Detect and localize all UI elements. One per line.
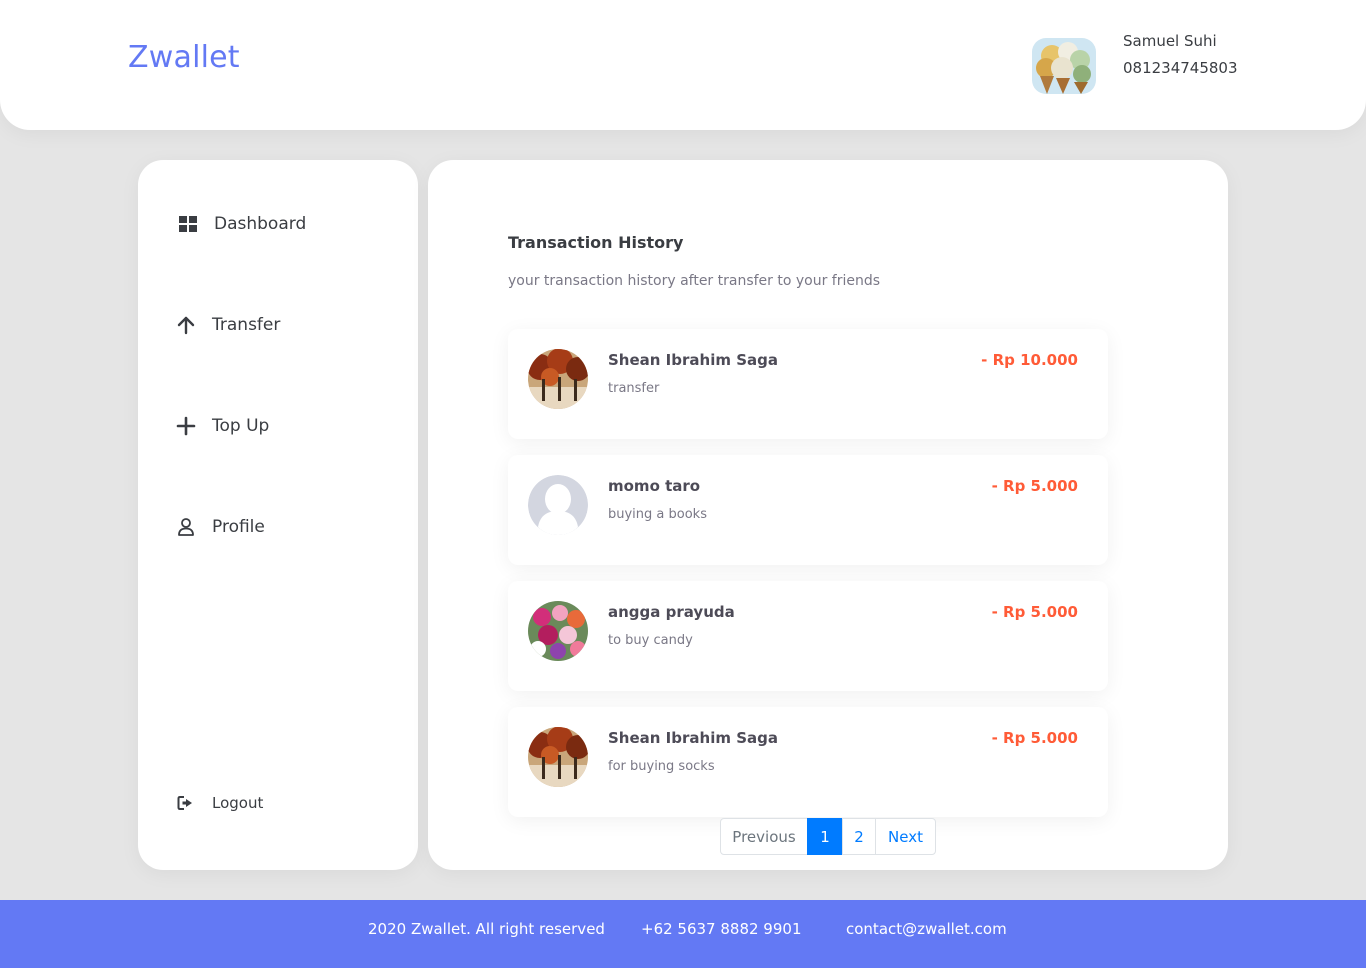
brand-logo[interactable]: Zwallet	[128, 40, 240, 75]
sidebar-item-transfer[interactable]: Transfer	[174, 311, 280, 339]
footer: 2020 Zwallet. All right reserved +62 563…	[0, 900, 1366, 968]
grid-icon	[176, 212, 200, 236]
transaction-item[interactable]: Shean Ibrahim Saga for buying socks - Rp…	[508, 707, 1108, 817]
transaction-item[interactable]: angga prayuda to buy candy - Rp 5.000	[508, 581, 1108, 691]
sidebar-item-topup[interactable]: Top Up	[174, 412, 269, 440]
logout-icon	[174, 791, 198, 815]
contact-name: Shean Ibrahim Saga	[608, 729, 778, 747]
transaction-note: to buy candy	[608, 633, 693, 648]
transaction-note: for buying socks	[608, 759, 715, 774]
sidebar-item-label: Profile	[212, 517, 265, 537]
footer-phone: +62 5637 8882 9901	[641, 920, 802, 938]
page-2-button[interactable]: 2	[842, 818, 876, 855]
user-phone: 081234745803	[1123, 59, 1238, 77]
sidebar-item-label: Transfer	[212, 315, 281, 335]
logout-button[interactable]: Logout	[174, 789, 263, 817]
user-icon	[174, 515, 198, 539]
previous-page-button[interactable]: Previous	[720, 818, 808, 855]
arrow-up-icon	[174, 313, 198, 337]
page-1-button[interactable]: 1	[807, 818, 843, 855]
transaction-note: transfer	[608, 381, 660, 396]
sidebar-item-dashboard[interactable]: Dashboard	[176, 210, 306, 238]
footer-copyright: 2020 Zwallet. All right reserved	[368, 920, 605, 938]
user-avatar[interactable]	[1032, 38, 1096, 94]
footer-email[interactable]: contact@zwallet.com	[846, 920, 1007, 938]
sidebar-item-profile[interactable]: Profile	[174, 513, 265, 541]
contact-avatar	[528, 727, 588, 787]
contact-avatar	[528, 349, 588, 409]
transaction-history-panel: Transaction History your transaction his…	[428, 160, 1228, 870]
logout-label: Logout	[212, 794, 264, 812]
contact-name: angga prayuda	[608, 603, 735, 621]
transaction-item[interactable]: Shean Ibrahim Saga transfer - Rp 10.000	[508, 329, 1108, 439]
contact-name: momo taro	[608, 477, 701, 495]
page-title: Transaction History	[508, 233, 684, 252]
page-subtitle: your transaction history after transfer …	[508, 273, 881, 289]
contact-avatar	[528, 601, 588, 661]
sidebar-item-label: Top Up	[212, 416, 270, 436]
next-page-button[interactable]: Next	[875, 818, 936, 855]
transaction-amount: - Rp 5.000	[991, 477, 1078, 495]
transaction-item[interactable]: momo taro buying a books - Rp 5.000	[508, 455, 1108, 565]
transaction-amount: - Rp 10.000	[981, 351, 1078, 369]
contact-name: Shean Ibrahim Saga	[608, 351, 778, 369]
transaction-note: buying a books	[608, 507, 707, 522]
top-header: Zwallet Samuel Suhi 081234745803	[0, 0, 1366, 130]
transaction-amount: - Rp 5.000	[991, 603, 1078, 621]
plus-icon	[174, 414, 198, 438]
user-name: Samuel Suhi	[1123, 32, 1217, 50]
default-user-avatar	[528, 475, 588, 535]
transaction-amount: - Rp 5.000	[991, 729, 1078, 747]
pagination: Previous 1 2 Next	[720, 818, 936, 855]
sidebar-item-label: Dashboard	[214, 214, 307, 234]
